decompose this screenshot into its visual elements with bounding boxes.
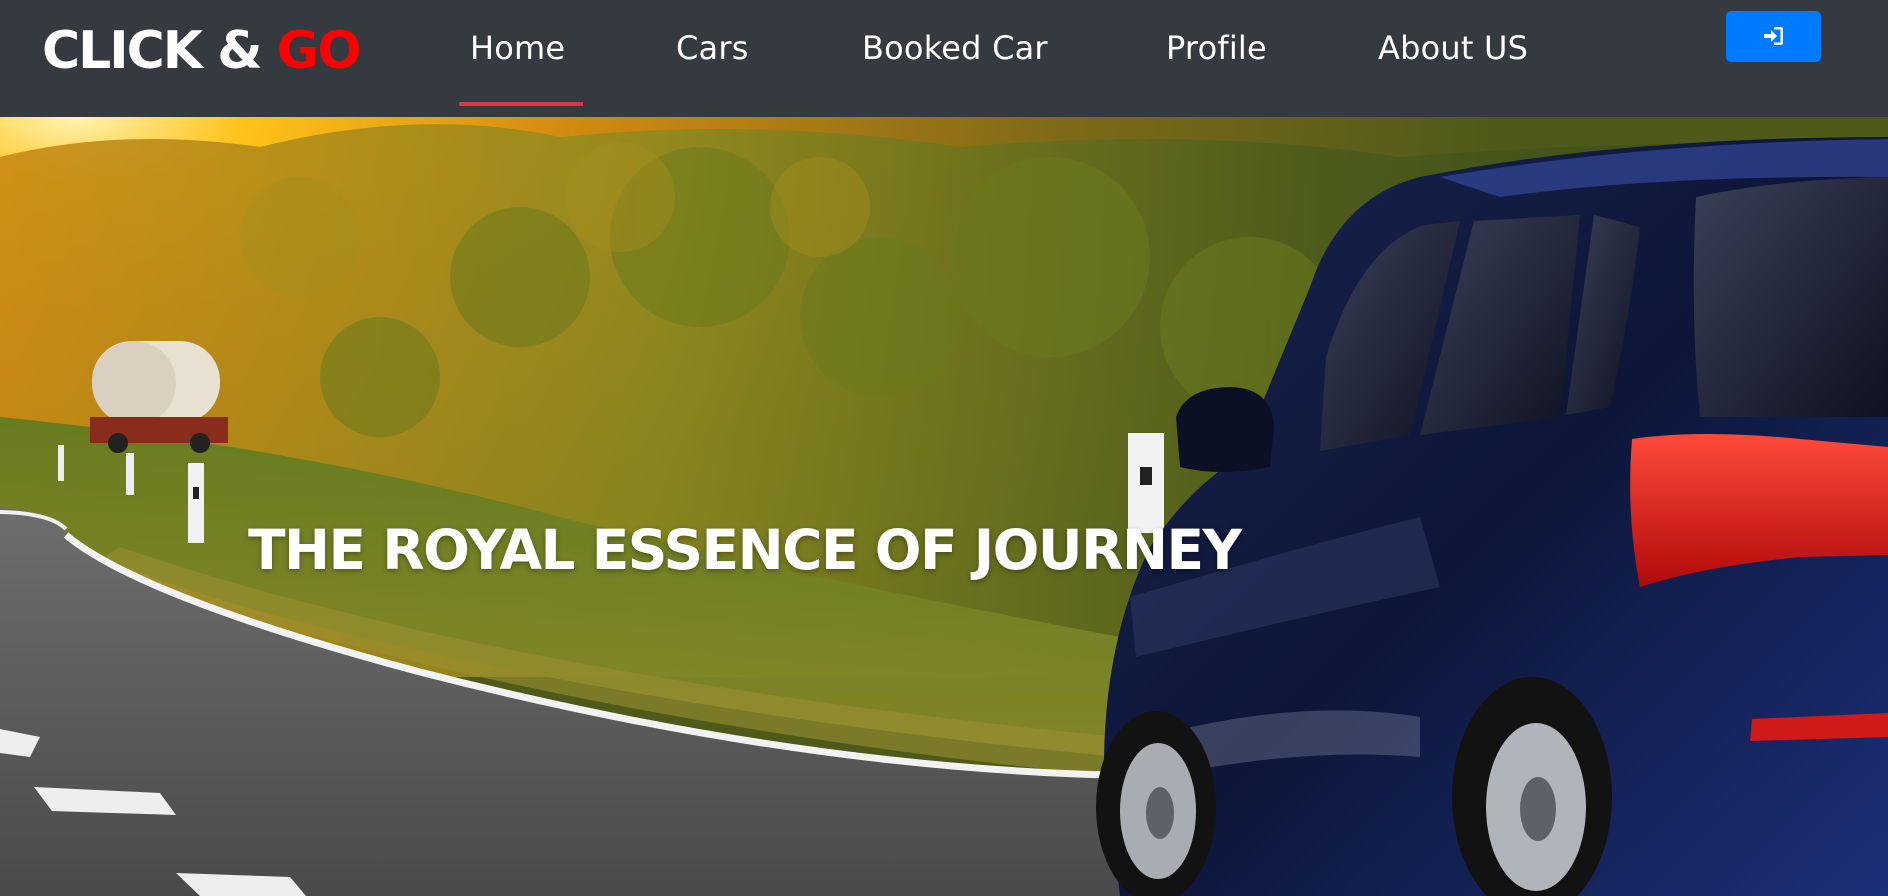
nav-about-link[interactable]: About US: [1378, 28, 1528, 68]
active-nav-indicator: [459, 102, 583, 106]
login-button[interactable]: [1726, 11, 1821, 62]
nav-booked-car-link[interactable]: Booked Car: [862, 28, 1048, 68]
nav-profile-link[interactable]: Profile: [1166, 28, 1267, 68]
hero-title: THE ROYAL ESSENCE OF JOURNEY: [248, 517, 1242, 582]
nav-home-link[interactable]: Home: [470, 28, 565, 68]
nav-cars-link[interactable]: Cars: [676, 28, 749, 68]
sign-in-icon: [1764, 27, 1783, 45]
hero-section: THE ROYAL ESSENCE OF JOURNEY: [0, 117, 1888, 896]
brand-text-accent: GO: [276, 21, 362, 81]
tanker-truck: [90, 341, 228, 453]
hero-background-image: [0, 117, 1888, 896]
brand-text-primary: CLICK &: [42, 21, 277, 81]
navbar: CLICK & GO Home Cars Booked Car Profile …: [0, 0, 1888, 117]
brand-logo[interactable]: CLICK & GO: [42, 21, 362, 81]
